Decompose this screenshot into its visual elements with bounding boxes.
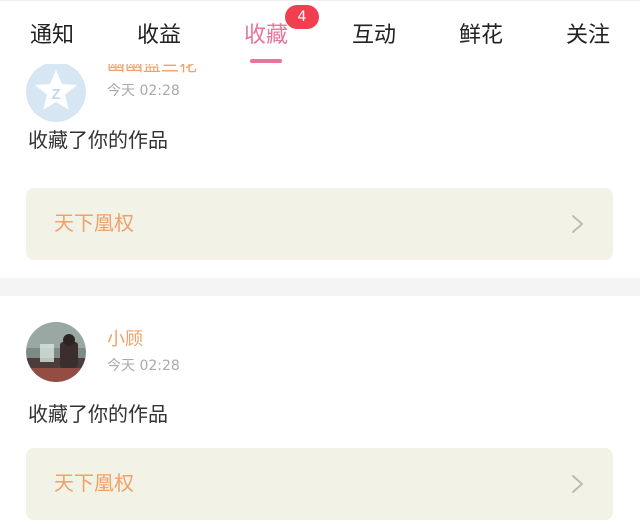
chevron-right-icon [572, 215, 583, 233]
username[interactable]: 幽幽蓝兰花 [107, 64, 197, 78]
work-title: 天下凰权 [54, 211, 134, 235]
tab-notifications[interactable]: 通知 [30, 21, 74, 51]
tab-favorites[interactable]: 收藏 [244, 21, 288, 51]
photo-avatar-icon[interactable] [26, 322, 86, 382]
username[interactable]: 小顾 [107, 328, 143, 352]
notification-card: 小顾 今天 02:28 收藏了你的作品 天下凰权 [0, 296, 640, 530]
tab-earnings[interactable]: 收益 [137, 21, 181, 51]
timestamp: 今天 02:28 [107, 83, 180, 99]
svg-text:Z: Z [51, 86, 60, 103]
favorites-count-badge: 4 [285, 5, 319, 29]
tab-interactions[interactable]: 互动 [352, 21, 396, 51]
notification-card: Z 幽幽蓝兰花 今天 02:28 收藏了你的作品 天下凰权 [0, 64, 640, 278]
tab-follows[interactable]: 关注 [566, 21, 610, 51]
top-tab-bar: 通知 收益 收藏 4 互动 鲜花 关注 [0, 0, 640, 64]
qq-default-avatar-icon[interactable]: Z [26, 64, 86, 122]
action-text: 收藏了你的作品 [28, 402, 168, 426]
timestamp: 今天 02:28 [107, 358, 180, 374]
work-title: 天下凰权 [54, 471, 134, 495]
work-link[interactable]: 天下凰权 [26, 188, 613, 260]
action-text: 收藏了你的作品 [28, 128, 168, 152]
tab-flowers[interactable]: 鲜花 [459, 21, 503, 51]
notification-feed: Z 幽幽蓝兰花 今天 02:28 收藏了你的作品 天下凰权 小顾 今天 02:2… [0, 64, 640, 530]
active-tab-indicator [250, 59, 282, 63]
section-divider [0, 278, 640, 296]
chevron-right-icon [572, 475, 583, 493]
work-link[interactable]: 天下凰权 [26, 448, 613, 520]
